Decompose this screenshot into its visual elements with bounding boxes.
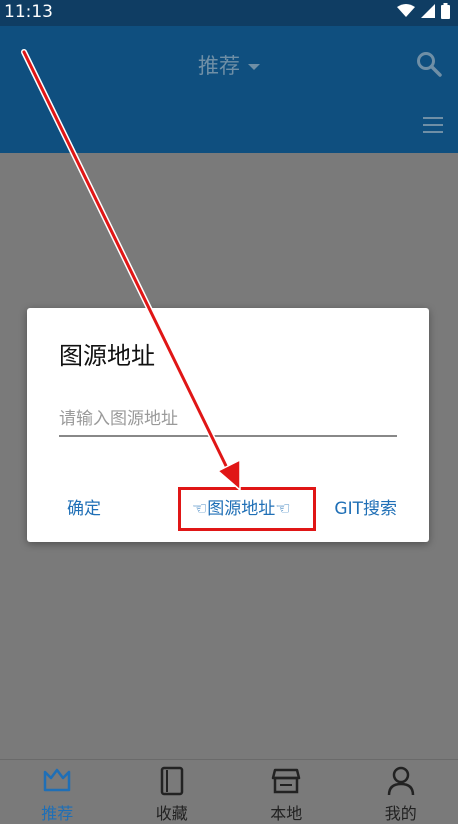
- tab-favorites[interactable]: 收藏: [115, 760, 230, 821]
- confirm-button[interactable]: 确定: [67, 494, 101, 519]
- chevron-down-icon: [248, 64, 260, 70]
- page-title: 推荐: [198, 54, 240, 78]
- tab-label: 本地: [229, 800, 344, 824]
- book-icon: [159, 766, 185, 796]
- title-dropdown[interactable]: 推荐: [0, 50, 458, 80]
- tab-label: 推荐: [0, 800, 115, 824]
- signal-icon: [421, 4, 435, 18]
- person-icon: [387, 766, 415, 796]
- tab-label: 收藏: [115, 800, 230, 824]
- menu-icon[interactable]: [422, 114, 444, 136]
- battery-icon: [441, 3, 450, 19]
- tab-recommend[interactable]: 推荐: [0, 760, 115, 821]
- search-icon[interactable]: [416, 51, 442, 77]
- status-bar: 11:13: [0, 0, 458, 26]
- app-bar: 推荐: [0, 26, 458, 153]
- tab-label: 我的: [344, 800, 458, 824]
- status-time: 11:13: [4, 2, 53, 22]
- bottom-nav: 推荐 收藏 本地 我的: [0, 759, 458, 821]
- dialog-title: 图源地址: [59, 336, 155, 371]
- crown-icon: [42, 766, 72, 794]
- source-url-field[interactable]: [59, 403, 397, 437]
- tab-mine[interactable]: 我的: [344, 760, 458, 821]
- status-icons: [397, 3, 450, 19]
- store-icon: [271, 766, 301, 796]
- source-url-input[interactable]: [59, 403, 397, 435]
- git-search-button[interactable]: GIT搜索: [334, 494, 397, 519]
- wifi-icon: [397, 4, 415, 18]
- annotation-highlight-box: [178, 487, 316, 531]
- tab-local[interactable]: 本地: [229, 760, 344, 821]
